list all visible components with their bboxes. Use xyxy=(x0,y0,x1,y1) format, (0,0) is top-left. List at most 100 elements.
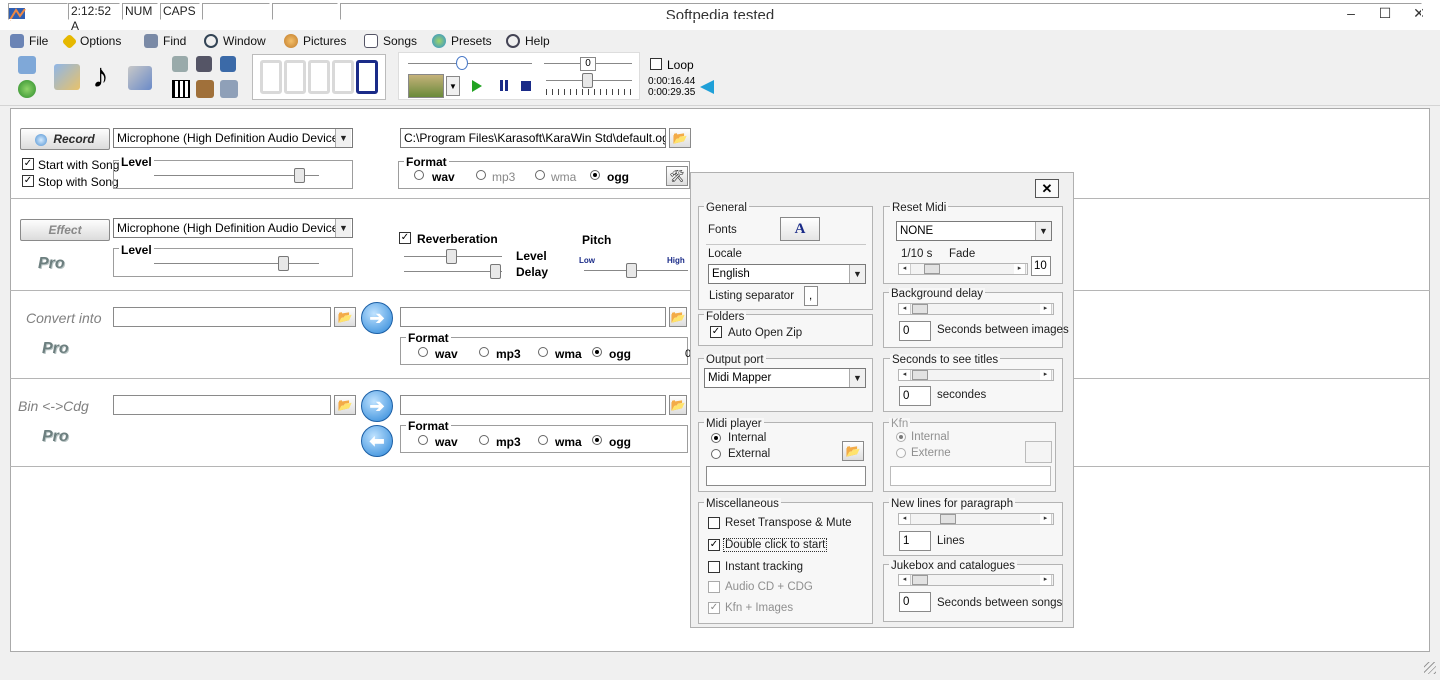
jukebox-field[interactable]: 0 xyxy=(899,592,931,612)
piano-icon[interactable] xyxy=(172,80,190,98)
background-delay-field[interactable]: 0 xyxy=(899,321,931,341)
position-slider-thumb[interactable] xyxy=(456,56,468,70)
start-with-song-box[interactable]: ✓ xyxy=(22,158,34,170)
midi-internal-radio[interactable] xyxy=(711,433,721,443)
position-slider[interactable] xyxy=(408,63,532,65)
kfn-images-checkbox[interactable]: ✓ xyxy=(708,602,720,614)
bincdg-forward-button[interactable]: ➔ xyxy=(361,390,393,422)
output-port-select[interactable]: Midi Mapper xyxy=(704,368,866,388)
convert-ogg-radio[interactable] xyxy=(592,347,602,357)
brick-icon[interactable] xyxy=(196,80,214,98)
refresh-icon[interactable] xyxy=(18,80,36,98)
bincdg-back-button[interactable]: ⬅ xyxy=(361,425,393,457)
menu-window[interactable]: Window xyxy=(204,32,266,50)
back-arrow-icon[interactable] xyxy=(700,80,714,94)
effect-device-select[interactable]: Microphone (High Definition Audio Device… xyxy=(113,218,353,238)
menu-help[interactable]: Help xyxy=(506,32,550,50)
bincdg-wma-radio[interactable] xyxy=(538,435,548,445)
locale-select[interactable]: English xyxy=(708,264,866,284)
record-device-select[interactable]: Microphone (High Definition Audio Device… xyxy=(113,128,353,148)
save-icon[interactable] xyxy=(18,56,36,74)
bgdelay-scroll-right[interactable]: ▸ xyxy=(1040,304,1052,314)
newlines-scroll-right[interactable]: ▸ xyxy=(1040,514,1052,524)
midi-folder-button[interactable]: 📂 xyxy=(842,441,864,461)
fade-scrollbar[interactable] xyxy=(898,263,1028,275)
menu-pictures[interactable]: Pictures xyxy=(284,32,346,50)
bincdg-source-browse[interactable]: 📂 xyxy=(334,395,356,415)
jukebox-scroll-left[interactable]: ◂ xyxy=(899,575,911,585)
fade-scroll-thumb[interactable] xyxy=(924,264,940,274)
convert-dest-browse[interactable]: 📂 xyxy=(669,307,687,327)
effect-level-slider[interactable] xyxy=(154,263,319,265)
reset-midi-arrow[interactable]: ▼ xyxy=(1035,222,1051,240)
convert-go-button[interactable]: ➔ xyxy=(361,302,393,334)
loop-checkbox-box[interactable] xyxy=(650,58,662,70)
menu-file[interactable]: File xyxy=(10,32,48,50)
double-click-box[interactable]: ✓ xyxy=(708,539,720,551)
effect-device-arrow[interactable]: ▼ xyxy=(335,219,351,237)
start-with-song-checkbox[interactable]: ✓ xyxy=(22,158,34,170)
record-device-arrow[interactable]: ▼ xyxy=(335,129,351,147)
reverberation-checkbox[interactable]: ✓ xyxy=(399,232,411,244)
menu-presets[interactable]: Presets xyxy=(432,32,492,50)
reverb-level-thumb[interactable] xyxy=(446,249,457,264)
fonts-button[interactable]: A xyxy=(780,217,820,241)
stop-with-song-checkbox[interactable]: ✓ xyxy=(22,175,34,187)
mask-icon[interactable] xyxy=(196,56,212,72)
stop-icon[interactable] xyxy=(521,81,531,91)
convert-dest-field[interactable] xyxy=(400,307,666,327)
output-path-field[interactable]: C:\Program Files\Karasoft\KaraWin Std\de… xyxy=(400,128,666,148)
new-lines-scrollbar[interactable] xyxy=(898,513,1054,525)
stop-with-song-box[interactable]: ✓ xyxy=(22,175,34,187)
midi-external-radio[interactable] xyxy=(711,449,721,459)
record-level-thumb[interactable] xyxy=(294,168,305,183)
audio-cd-checkbox[interactable] xyxy=(708,581,720,593)
fade-value-field[interactable]: 10 xyxy=(1031,256,1051,276)
bgdelay-scroll-thumb[interactable] xyxy=(912,304,928,314)
menu-songs[interactable]: Songs xyxy=(364,32,417,50)
convert-mp3-radio[interactable] xyxy=(479,347,489,357)
record-format-ogg-radio[interactable] xyxy=(590,170,600,180)
newlines-scroll-thumb[interactable] xyxy=(940,514,956,524)
kfn-internal-radio[interactable] xyxy=(896,432,906,442)
bincdg-dest-browse[interactable]: 📂 xyxy=(669,395,687,415)
instant-tracking-box[interactable] xyxy=(708,561,720,573)
auto-open-zip-box[interactable]: ✓ xyxy=(710,326,722,338)
effect-button[interactable]: Effect xyxy=(20,219,110,241)
output-browse-button[interactable]: 📂 xyxy=(669,128,691,148)
film-icon[interactable] xyxy=(220,56,236,72)
reset-transpose-checkbox[interactable] xyxy=(708,517,720,529)
singer-dropdown-arrow[interactable]: ▼ xyxy=(446,76,460,96)
speaker-icon[interactable] xyxy=(172,56,188,72)
double-click-checkbox[interactable]: ✓ xyxy=(708,539,720,551)
record-format-mp3-radio[interactable] xyxy=(476,170,486,180)
bincdg-ogg-radio[interactable] xyxy=(592,435,602,445)
newlines-scroll-left[interactable]: ◂ xyxy=(899,514,911,524)
listing-separator-field[interactable]: , xyxy=(804,286,818,306)
jukebox-scroll-right[interactable]: ▸ xyxy=(1040,575,1052,585)
bincdg-mp3-radio[interactable] xyxy=(479,435,489,445)
bincdg-wav-radio[interactable] xyxy=(418,435,428,445)
reverb-delay-thumb[interactable] xyxy=(490,264,501,279)
resize-grip-icon[interactable] xyxy=(1424,662,1436,674)
menu-options[interactable]: Options xyxy=(61,32,121,50)
bincdg-dest-field[interactable] xyxy=(400,395,666,415)
volume-slider-thumb[interactable] xyxy=(582,73,593,88)
jukebox-scroll-thumb[interactable] xyxy=(912,575,928,585)
reverb-delay-slider[interactable] xyxy=(404,271,502,273)
titles-scroll-thumb[interactable] xyxy=(912,370,928,380)
reset-midi-select[interactable]: NONE xyxy=(896,221,1052,241)
record-button[interactable]: Record xyxy=(20,128,110,150)
convert-wma-radio[interactable] xyxy=(538,347,548,357)
reverberation-box[interactable]: ✓ xyxy=(399,232,411,244)
wrench-icon[interactable] xyxy=(220,80,238,98)
menu-find[interactable]: Find xyxy=(144,32,186,50)
music-note-icon[interactable]: ♪ xyxy=(92,58,109,94)
pause-icon[interactable] xyxy=(500,80,508,91)
titles-scroll-right[interactable]: ▸ xyxy=(1040,370,1052,380)
audio-cd-box[interactable] xyxy=(708,581,720,593)
convert-wav-radio[interactable] xyxy=(418,347,428,357)
record-format-wma-radio[interactable] xyxy=(535,170,545,180)
folder-music-icon[interactable] xyxy=(54,64,80,90)
convert-source-browse[interactable]: 📂 xyxy=(334,307,356,327)
